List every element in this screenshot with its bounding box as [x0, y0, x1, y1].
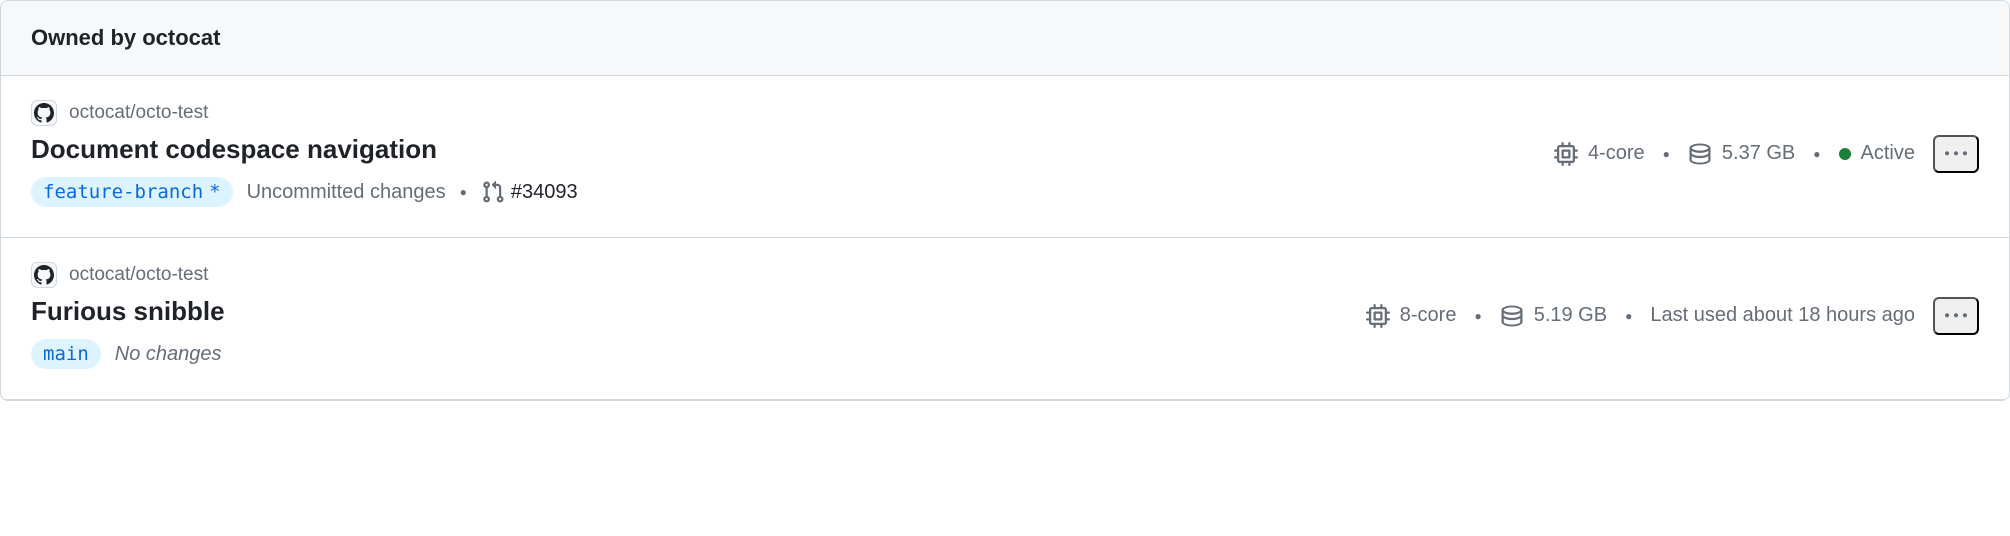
- repo-line: octocat/octo-test: [31, 100, 578, 126]
- cores-metric: 4-core: [1554, 142, 1645, 166]
- changes-status: Uncommitted changes: [247, 181, 446, 204]
- codespace-stats: 4-core ● 5.37 GB ● Active: [1554, 135, 1979, 173]
- status-indicator: Active: [1839, 142, 1915, 165]
- status-indicator: Last used about 18 hours ago: [1650, 304, 1915, 327]
- codespace-actions-menu[interactable]: [1933, 135, 1979, 173]
- separator-dot: ●: [1625, 309, 1632, 323]
- disk-value: 5.37 GB: [1722, 142, 1795, 165]
- cpu-icon: [1366, 304, 1390, 328]
- database-icon: [1688, 142, 1712, 166]
- repo-line: octocat/octo-test: [31, 262, 225, 288]
- disk-value: 5.19 GB: [1534, 304, 1607, 327]
- separator-dot: ●: [1474, 309, 1481, 323]
- codespace-actions-menu[interactable]: [1933, 297, 1979, 335]
- kebab-icon: [1945, 305, 1967, 327]
- codespace-info: octocat/octo-test Furious snibble main N…: [31, 262, 225, 369]
- codespace-meta: feature-branch * Uncommitted changes ● #3…: [31, 177, 578, 207]
- disk-metric: 5.19 GB: [1500, 304, 1607, 328]
- cores-value: 4-core: [1588, 142, 1645, 165]
- dirty-indicator: *: [209, 181, 220, 203]
- pr-number: #34093: [511, 181, 578, 204]
- octocat-icon: [34, 103, 54, 123]
- database-icon: [1500, 304, 1524, 328]
- separator-dot: ●: [1663, 147, 1670, 161]
- status-text: Active: [1861, 142, 1915, 165]
- owner-heading: Owned by octocat: [31, 25, 220, 50]
- owner-avatar: [31, 100, 57, 126]
- codespace-row: octocat/octo-test Furious snibble main N…: [1, 238, 2009, 400]
- codespace-info: octocat/octo-test Document codespace nav…: [31, 100, 578, 207]
- owner-avatar: [31, 262, 57, 288]
- branch-pill[interactable]: feature-branch *: [31, 177, 233, 207]
- cores-metric: 8-core: [1366, 304, 1457, 328]
- active-dot-icon: [1839, 148, 1851, 160]
- octocat-icon: [34, 265, 54, 285]
- disk-metric: 5.37 GB: [1688, 142, 1795, 166]
- status-text: Last used about 18 hours ago: [1650, 304, 1915, 327]
- separator-dot: ●: [1813, 147, 1820, 161]
- panel-header: Owned by octocat: [1, 1, 2009, 76]
- codespace-meta: main No changes: [31, 339, 225, 369]
- separator-dot: ●: [460, 185, 467, 199]
- cpu-icon: [1554, 142, 1578, 166]
- codespaces-panel: Owned by octocat octocat/octo-test Docum…: [0, 0, 2010, 401]
- codespace-row: octocat/octo-test Document codespace nav…: [1, 76, 2009, 238]
- changes-status: No changes: [115, 343, 222, 366]
- repo-link[interactable]: octocat/octo-test: [69, 264, 208, 286]
- codespace-name-link[interactable]: Document codespace navigation: [31, 134, 578, 165]
- branch-name: feature-branch: [43, 181, 203, 203]
- kebab-icon: [1945, 143, 1967, 165]
- pull-request-link[interactable]: #34093: [481, 180, 578, 204]
- git-pull-request-icon: [481, 180, 505, 204]
- codespace-stats: 8-core ● 5.19 GB ● Last used about 18 ho…: [1366, 297, 1979, 335]
- branch-pill[interactable]: main: [31, 339, 101, 369]
- cores-value: 8-core: [1400, 304, 1457, 327]
- branch-name: main: [43, 343, 89, 365]
- repo-link[interactable]: octocat/octo-test: [69, 102, 208, 124]
- codespace-name-link[interactable]: Furious snibble: [31, 296, 225, 327]
